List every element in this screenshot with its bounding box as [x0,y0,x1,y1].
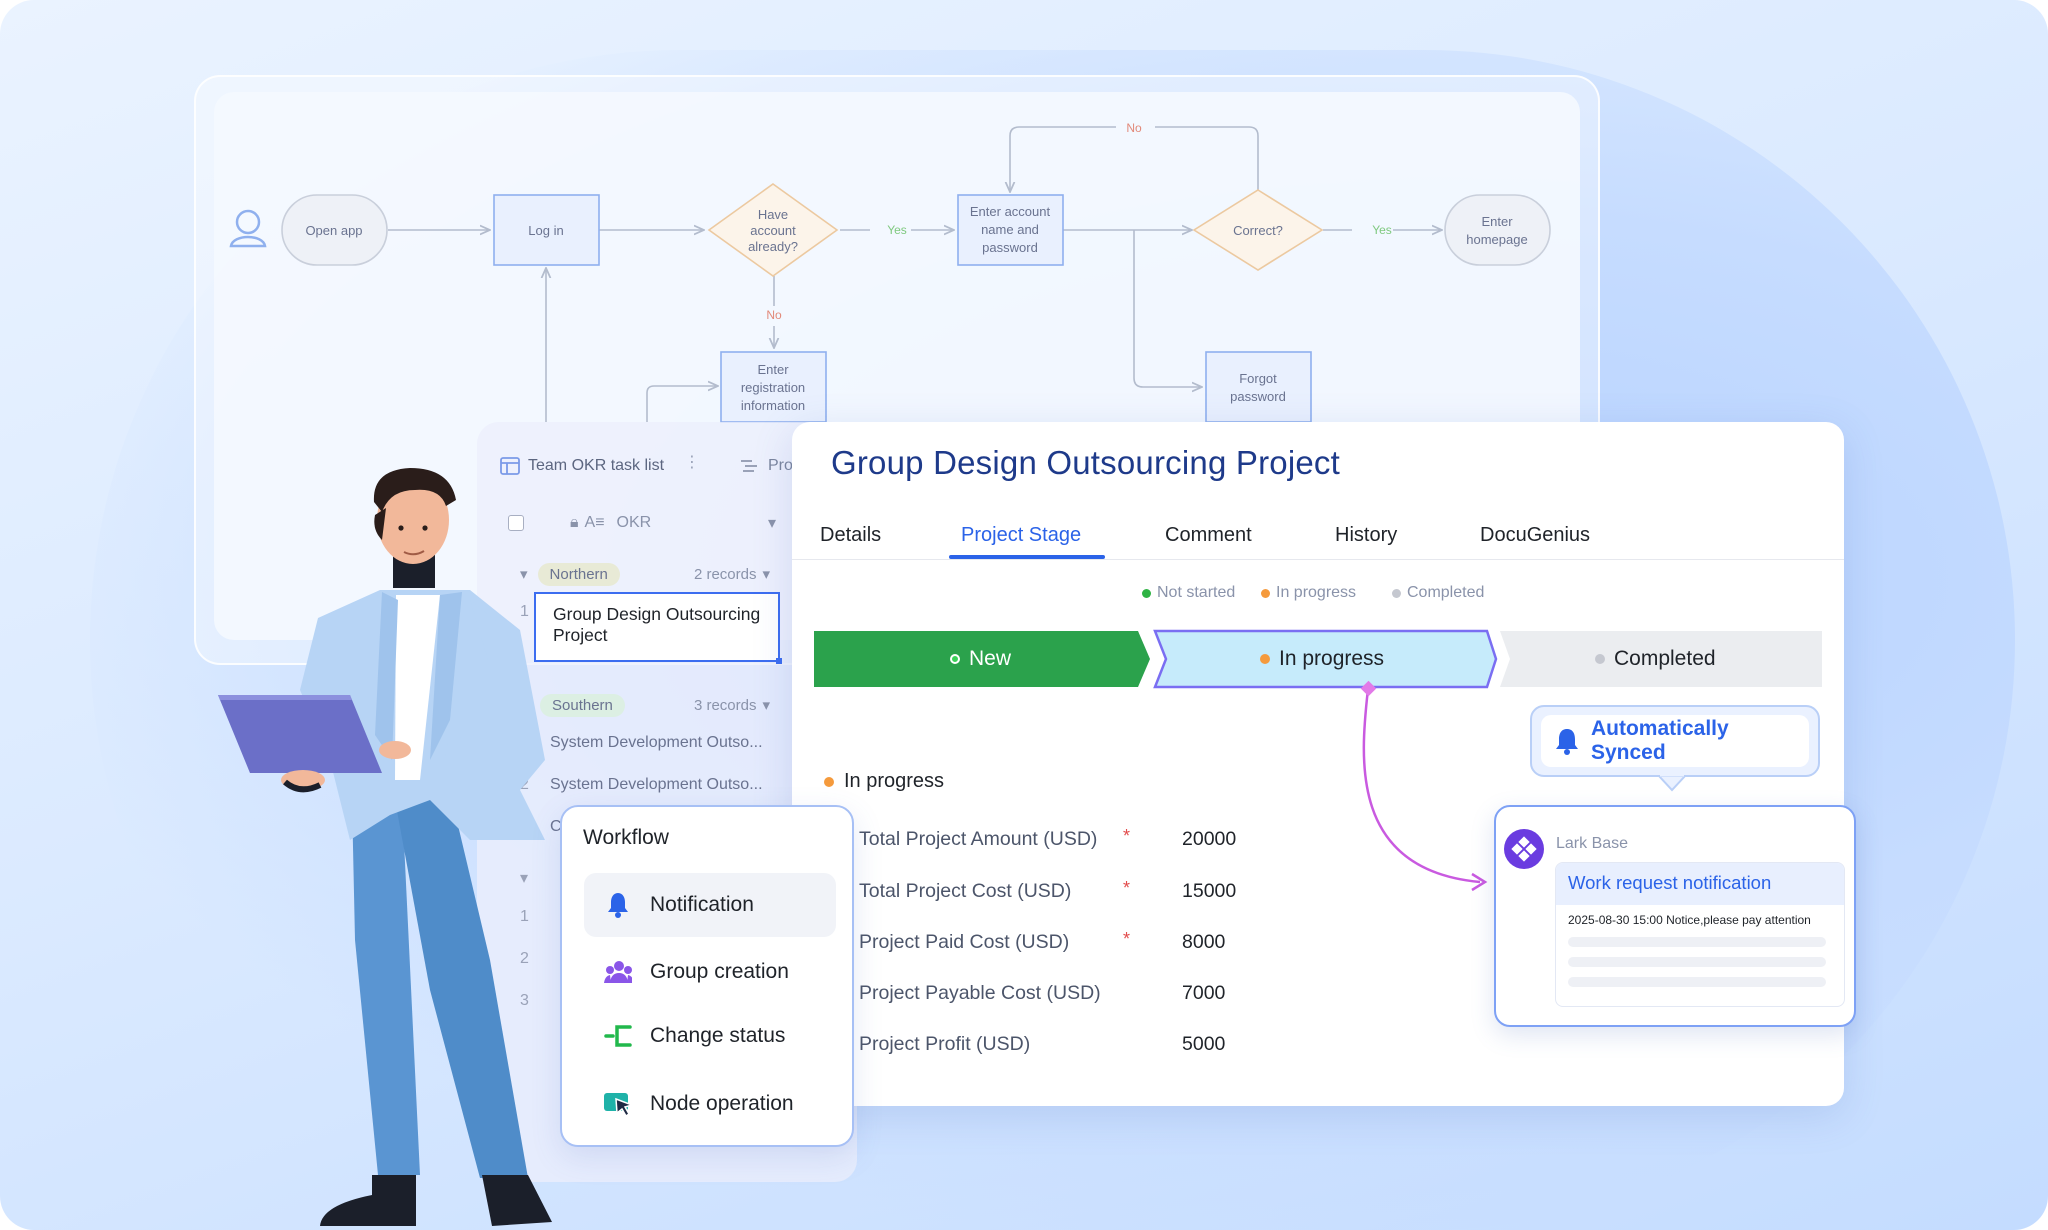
workflow-item-change-status[interactable]: Change status [584,1004,836,1068]
group-icon [604,958,632,986]
person-illustration [218,468,552,1226]
workflow-item-label: Group creation [650,960,789,983]
workflow-item-notification[interactable]: Notification [584,873,836,937]
cursor-icon [604,1090,632,1118]
workflow-item-label: Change status [650,1024,786,1047]
bell-icon [604,891,632,919]
workflow-title: Workflow [583,826,669,849]
workflow-item-group-creation[interactable]: Group creation [584,940,836,1004]
canvas-background: Open app Log in Have account already? En… [0,0,2048,1230]
branch-icon [604,1022,632,1050]
workflow-item-label: Node operation [650,1092,794,1115]
workflow-item-node-operation[interactable]: Node operation [584,1072,836,1136]
workflow-item-label: Notification [650,893,754,916]
